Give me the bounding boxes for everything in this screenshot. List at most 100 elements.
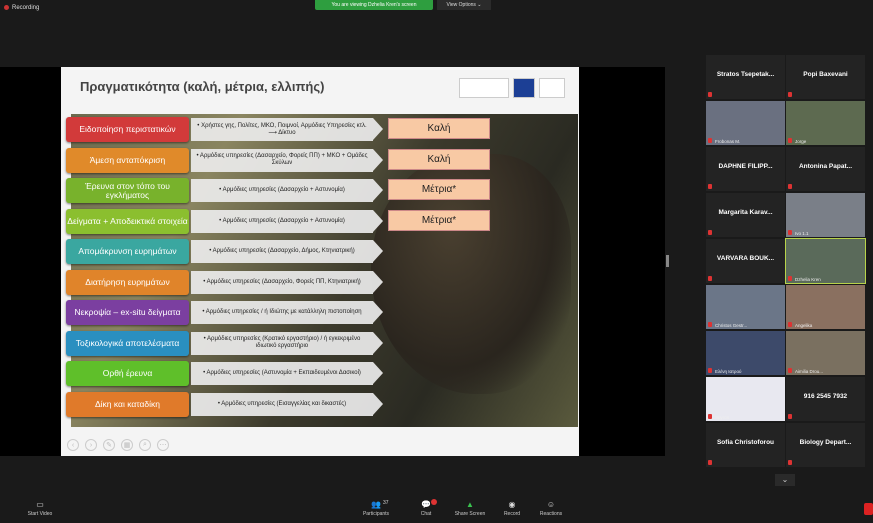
presentation-slide: Πραγματικότητα (καλή, μέτρια, ελλιπής) Ε… (61, 67, 579, 456)
participant-tile[interactable]: Dzhelia Kren (785, 238, 866, 284)
splitter-handle[interactable] (666, 255, 669, 267)
mic-muted-icon (708, 138, 712, 143)
process-category: Ειδοποίηση περιστατικών (66, 117, 189, 142)
mic-muted-icon (708, 184, 712, 189)
viewing-screen-banner: You are viewing Dzhelia Kren's screen (315, 0, 433, 10)
record-icon: ◉ (508, 500, 516, 509)
rating-box: Καλή (388, 148, 490, 170)
reactions-button[interactable]: ☺ Reactions (531, 500, 571, 517)
participant-label: Frobonas M. (715, 139, 741, 144)
participants-count: 37 (383, 500, 389, 506)
mic-muted-icon (708, 414, 712, 419)
participant-tile[interactable]: Frobonas M. (706, 101, 785, 145)
process-description: • Αρμόδιες υπηρεσίες (Δασαρχείο, Φορείς … (191, 270, 373, 294)
chat-button[interactable]: 💬 Chat (406, 499, 446, 517)
chat-label: Chat (420, 511, 432, 517)
participant-tile[interactable]: DAPHNE FILIPP... (706, 147, 785, 191)
arrow-tip (373, 392, 383, 415)
participant-tile[interactable]: 916 2545 7932 (786, 377, 865, 421)
record-label: Record (503, 511, 521, 517)
arrow-tip (373, 209, 383, 232)
participant-tile[interactable]: Margarita Karav... (706, 193, 785, 237)
mic-muted-icon (708, 460, 712, 465)
participant-tile[interactable]: Sofia Christoforou (706, 423, 785, 467)
participant-tile[interactable]: Angelika (786, 285, 865, 329)
participant-tile[interactable]: Antonina Papat... (786, 147, 865, 191)
chat-icon: 💬 (421, 500, 431, 509)
mic-muted-icon (788, 368, 792, 373)
process-description: • Αρμόδιες υπηρεσίες (Δασαρχείο, Φορείς … (191, 148, 373, 172)
participant-tile[interactable]: Spyros (706, 377, 785, 421)
process-category: Δίκη και καταδίκη (66, 391, 189, 417)
participant-tile[interactable]: VARVARA BOUK... (706, 239, 785, 283)
logos (459, 77, 571, 99)
participant-tile[interactable]: Christos Gestr... (706, 285, 785, 329)
mic-muted-icon (788, 322, 792, 327)
start-video-button[interactable]: ▭ Start Video (20, 500, 60, 517)
participant-name: VARVARA BOUK... (716, 255, 775, 262)
mic-muted-icon (708, 322, 712, 327)
arrow-tip (373, 301, 383, 323)
zoom-icon[interactable]: ⌕ (139, 439, 151, 451)
mic-muted-icon (708, 92, 712, 97)
arrow-tip (373, 118, 383, 140)
process-description: • Αρμόδιες υπηρεσίες (Δασαρχείο, Δήμος, … (191, 240, 373, 263)
record-button[interactable]: ◉ Record (492, 500, 532, 517)
participant-name: Sofia Christoforou (716, 439, 775, 446)
arrow-tip (373, 240, 383, 262)
participant-tile[interactable]: Jorge (786, 101, 865, 145)
slide-title: Πραγματικότητα (καλή, μέτρια, ελλιπής) (80, 79, 325, 94)
process-category: Ορθή έρευνα (66, 361, 189, 386)
reactions-label: Reactions (539, 511, 563, 517)
participant-name: Antonina Papat... (798, 163, 853, 170)
slide-tools: ‹ › ✎ ▦ ⌕ ⋯ (67, 439, 169, 451)
process-category: Έρευνα στον τόπο του εγκλήματος (66, 178, 189, 203)
mic-muted-icon (788, 414, 792, 419)
mic-muted-icon (788, 92, 792, 97)
participant-tile[interactable]: Ελένη Ιατρού (706, 331, 785, 375)
record-dot-icon (4, 5, 9, 10)
participant-label: Angelika (795, 323, 813, 328)
participant-tile[interactable]: Ivo 1.1 (786, 193, 865, 237)
recording-label: Recording (12, 5, 40, 12)
mic-muted-icon (788, 460, 792, 465)
view-options-button[interactable]: View Options ⌄ (437, 0, 491, 10)
arrow-tip (373, 331, 383, 354)
participant-name: Margarita Karav... (718, 209, 773, 216)
process-description: • Χρήστες γης, Πολίτες, ΜΚΟ, Ποιμνοί, Αρ… (191, 118, 373, 141)
prev-slide-icon[interactable]: ‹ (67, 439, 79, 451)
grid-icon[interactable]: ▦ (121, 439, 133, 451)
participant-tile[interactable]: Biology Depart... (786, 423, 865, 467)
participants-button[interactable]: 👥 Participants 37 (356, 500, 396, 517)
process-category: Άμεση ανταπόκριση (66, 147, 189, 173)
arrow-tip (373, 148, 383, 171)
partner-logo (539, 78, 565, 98)
more-icon[interactable]: ⋯ (157, 439, 169, 451)
arrow-tip (373, 270, 383, 293)
process-category: Απομάκρυνση ευρημάτων (66, 239, 189, 264)
participant-name: DAPHNE FILIPP... (718, 163, 773, 170)
participant-label: Aimilia Drou... (795, 369, 824, 374)
end-meeting-button[interactable] (864, 503, 873, 515)
participant-label: Jorge (795, 139, 807, 144)
process-category: Διατήρηση ευρημάτων (66, 269, 189, 295)
process-category: Νεκροψία – ex-situ δείγματα (66, 300, 189, 325)
chevron-down-icon[interactable]: ⌄ (775, 474, 795, 486)
participant-tile[interactable]: Aimilia Drou... (786, 331, 865, 375)
mic-muted-icon (788, 230, 792, 235)
meeting-toolbar: ▭ Start Video 👥 Participants 37 💬 Chat ▲ Shar… (0, 495, 873, 523)
participant-tile[interactable]: Popi Baxevani (786, 55, 865, 99)
mic-muted-icon (708, 276, 712, 281)
arrow-tip (373, 362, 383, 384)
participant-name: 916 2545 7932 (803, 393, 848, 400)
participants-label: Participants (362, 511, 390, 517)
participant-name: Popi Baxevani (803, 71, 848, 78)
participant-tile[interactable]: Stratos Tsepetak... (706, 55, 785, 99)
next-slide-icon[interactable]: › (85, 439, 97, 451)
share-screen-button[interactable]: ▲ Share Screen (450, 500, 490, 517)
participant-label: Dzhelia Kren (795, 277, 821, 282)
participants-icon: 👥 (371, 500, 381, 509)
pen-icon[interactable]: ✎ (103, 439, 115, 451)
process-description: • Αρμόδιες υπηρεσίες (Αστυνομία + Εκπαιδ… (191, 362, 373, 385)
video-off-icon: ▭ (36, 500, 44, 509)
